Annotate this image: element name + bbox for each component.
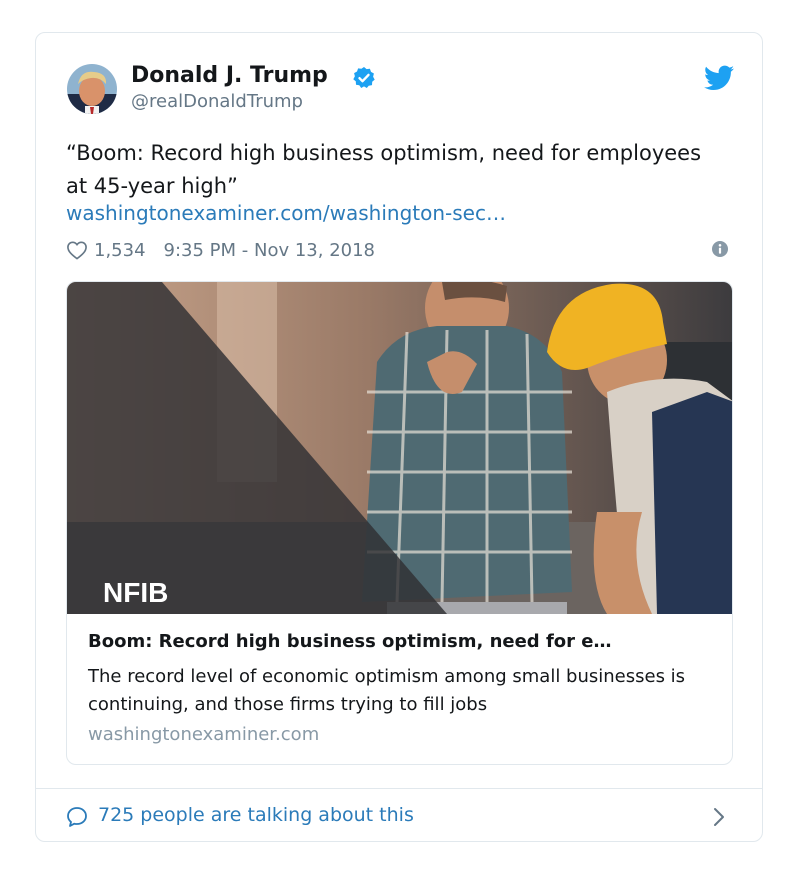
conversation-footer[interactable]: 725 people are talking about this (36, 789, 762, 841)
conversation-link[interactable]: 725 people are talking about this (98, 804, 414, 826)
info-icon[interactable] (712, 241, 728, 257)
tweet-text: “Boom: Record high business optimism, ne… (66, 141, 702, 198)
preview-title[interactable]: Boom: Record high business optimism, nee… (88, 631, 708, 652)
tweet-meta: 1,534 9:35 PM - Nov 13, 2018 (66, 239, 375, 261)
chevron-right-icon[interactable] (712, 807, 726, 827)
speech-bubble-icon (67, 807, 87, 827)
like-count[interactable]: 1,534 (94, 240, 146, 261)
tweet-link[interactable]: washingtonexaminer.com/washington-sec… (66, 201, 506, 225)
tweet-timestamp[interactable]: 9:35 PM - Nov 13, 2018 (164, 240, 375, 261)
preview-description: The record level of economic optimism am… (88, 666, 686, 715)
heart-icon[interactable] (66, 240, 88, 260)
author-handle[interactable]: @realDonaldTrump (131, 91, 303, 112)
preview-domain: washingtonexaminer.com (88, 724, 320, 745)
author-avatar[interactable] (67, 64, 117, 114)
verified-badge-icon (353, 67, 375, 88)
nfib-logo-text: NFIB (103, 577, 168, 608)
preview-image: NFIB (67, 282, 732, 614)
twitter-bird-icon[interactable] (704, 65, 734, 91)
link-preview-card[interactable]: NFIB Boom: Record high business optimism… (66, 281, 733, 765)
tweet-card[interactable]: Donald J. Trump @realDonaldTrump “Boom: … (35, 32, 763, 842)
author-name[interactable]: Donald J. Trump (131, 63, 328, 88)
